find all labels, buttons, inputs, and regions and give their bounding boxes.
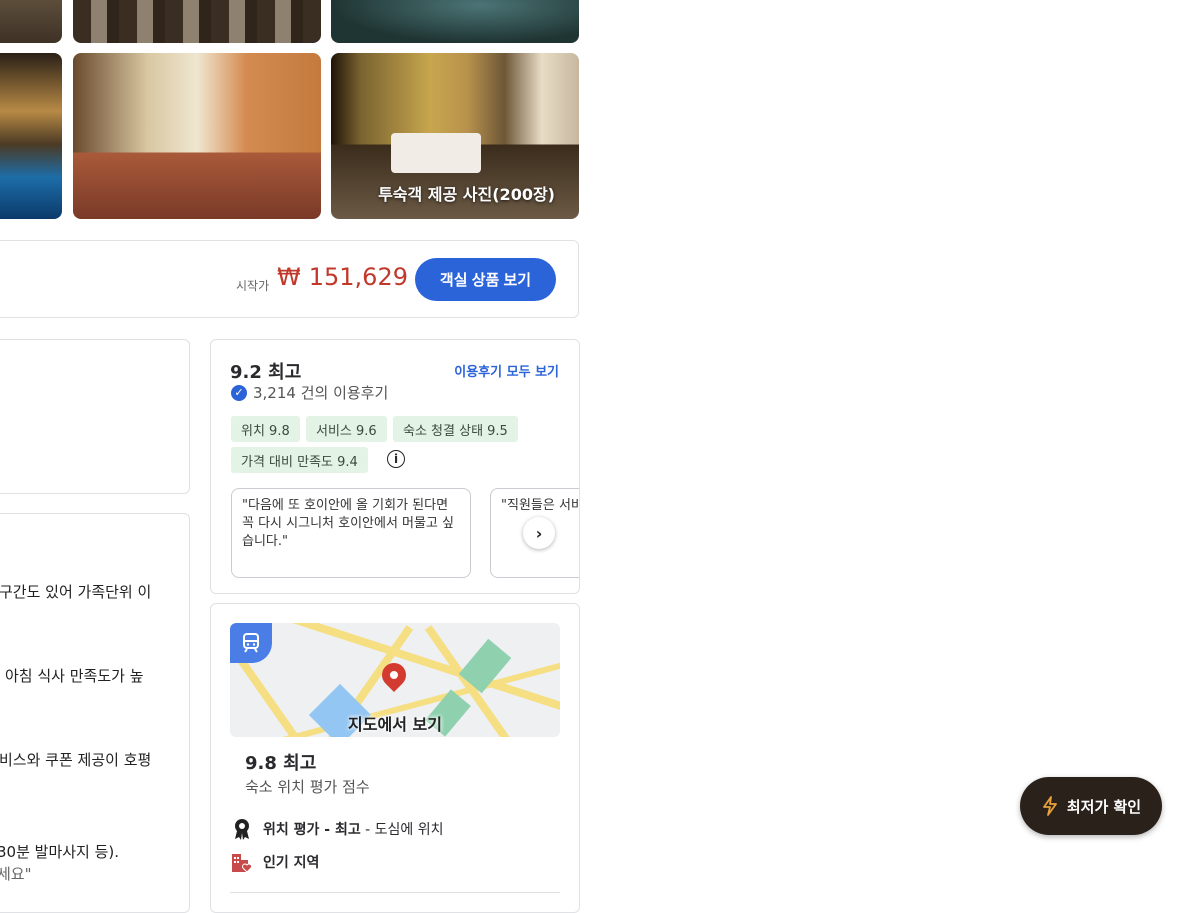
view-rooms-button[interactable]: 객실 상품 보기 <box>415 258 556 301</box>
train-icon <box>230 623 272 663</box>
view-on-map-label: 지도에서 보기 <box>348 715 442 734</box>
price-value: ₩151,629 <box>277 263 408 291</box>
location-score-caption: 숙소 위치 평가 점수 <box>245 778 370 796</box>
gallery-photo-pool[interactable] <box>0 53 62 219</box>
left-info-card <box>0 339 190 494</box>
location-card: 지도에서 보기 9.8 최고 숙소 위치 평가 점수 위치 평가 - 최고 - … <box>210 603 580 913</box>
price-amount: 151,629 <box>308 263 408 291</box>
location-feature-title: 위치 평가 - 최고 <box>263 822 361 838</box>
divider <box>230 892 560 893</box>
highlight-text: 구간도 있어 가족단위 이 <box>0 583 152 601</box>
review-count-row: ✓ 3,214 건의 이용후기 <box>231 382 388 403</box>
see-all-reviews-link[interactable]: 이용후기 모두 보기 <box>454 361 559 380</box>
gallery-photo[interactable] <box>73 0 321 43</box>
location-feature-title: 인기 지역 <box>263 855 320 871</box>
lowest-price-label: 최저가 확인 <box>1066 797 1142 816</box>
location-feature: 인기 지역 <box>231 851 319 873</box>
review-summary-card: 9.2 최고 이용후기 모두 보기 ✓ 3,214 건의 이용후기 위치 9.8… <box>210 339 580 594</box>
guest-photos-label: 투숙객 제공 사진(200장) <box>378 185 555 204</box>
location-feature: 위치 평가 - 최고 - 도심에 위치 <box>231 817 444 841</box>
highlight-text: 30분 발마사지 등). <box>0 843 120 861</box>
review-score: 9.2 최고 <box>230 362 302 383</box>
left-highlights-card: 구간도 있어 가족단위 이 아침 식사 만족도가 높 비스와 쿠폰 제공이 호평… <box>0 513 190 913</box>
lowest-price-button[interactable]: 최저가 확인 <box>1020 777 1162 835</box>
highlight-text: 아침 식사 만족도가 높 <box>5 667 144 685</box>
score-chip-cleanliness: 숙소 청결 상태 9.5 <box>393 416 518 442</box>
price-bar: 시작가 ₩151,629 객실 상품 보기 <box>0 240 579 318</box>
chevron-right-icon[interactable]: › <box>523 517 555 549</box>
lightning-icon <box>1042 796 1057 816</box>
location-score: 9.8 최고 <box>245 753 317 774</box>
review-count: 3,214 건의 이용후기 <box>253 384 389 402</box>
score-chip-location: 위치 9.8 <box>231 416 300 442</box>
location-feature-detail: - 도심에 위치 <box>360 822 444 838</box>
check-circle-icon: ✓ <box>231 384 247 401</box>
price-from-label: 시작가 <box>236 279 270 293</box>
gallery-photo[interactable] <box>0 0 62 43</box>
score-chip-service: 서비스 9.6 <box>306 416 387 442</box>
highlight-text: 세요" <box>0 865 32 883</box>
currency-symbol: ₩ <box>277 263 301 291</box>
highlight-text: 비스와 쿠폰 제공이 호평 <box>0 751 152 769</box>
score-chip-value: 가격 대비 만족도 9.4 <box>231 447 368 473</box>
gallery-photo-hallway[interactable] <box>73 53 321 219</box>
map-preview[interactable]: 지도에서 보기 <box>230 623 560 737</box>
review-quote-card[interactable]: "다음에 또 호이안에 올 기회가 된다면 꼭 다시 시그니처 호이안에서 머물… <box>231 488 471 578</box>
bed-graphic <box>391 133 481 173</box>
award-icon <box>235 819 249 840</box>
guest-photos-tile[interactable]: 투숙객 제공 사진(200장) <box>331 53 579 219</box>
gallery-photo[interactable] <box>331 0 579 43</box>
info-icon[interactable]: i <box>387 450 405 468</box>
building-heart-icon <box>232 854 252 873</box>
